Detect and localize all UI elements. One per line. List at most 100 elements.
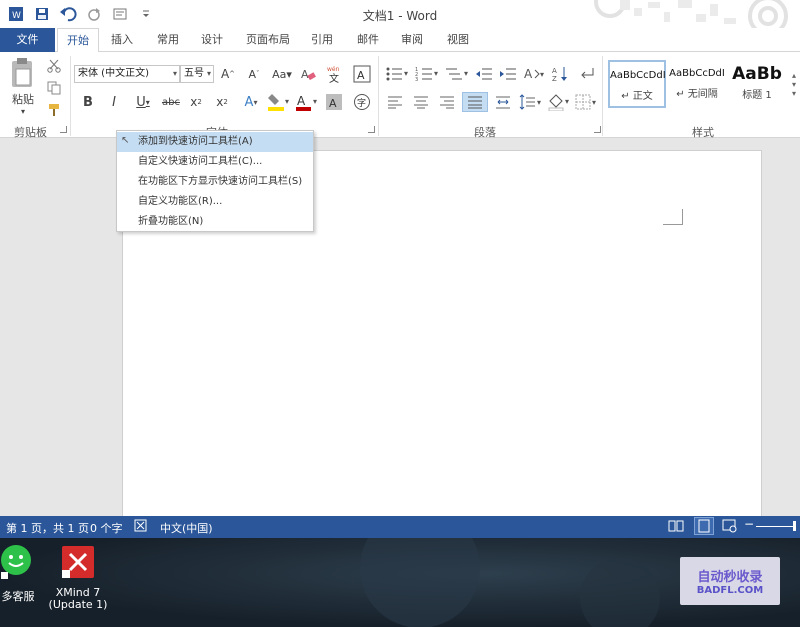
multilevel-list-icon[interactable]: ▾ [444, 64, 472, 84]
style-name: ↵ 无间隔 [676, 89, 718, 100]
xmind-app-icon [62, 546, 94, 578]
increase-indent-icon[interactable] [498, 64, 518, 84]
menu-item-customize-qat[interactable]: 自定义快速访问工具栏(C)... [117, 152, 313, 172]
paste-dropdown-icon[interactable]: ▾ [16, 106, 30, 116]
svg-text:Z: Z [552, 75, 557, 83]
context-menu: 添加到快速访问工具栏(A) 自定义快速访问工具栏(C)... 在功能区下方显示快… [116, 130, 314, 232]
styles-scroll[interactable]: ▴ ▾ ▾ [788, 60, 800, 108]
copy-icon[interactable] [46, 80, 62, 96]
proofing-icon[interactable] [134, 519, 148, 536]
page-count[interactable]: 第 1 页，共 1 页 [6, 520, 89, 536]
decrease-indent-icon[interactable] [474, 64, 494, 84]
svg-text:▾: ▾ [313, 97, 317, 106]
justify-icon[interactable] [462, 92, 488, 112]
style-name: 标题 1 [742, 90, 772, 101]
svg-text:▾: ▾ [540, 70, 544, 79]
menu-item-customize-ribbon[interactable]: 自定义功能区(R)... [117, 192, 313, 212]
clipboard-dialog-launcher[interactable] [60, 126, 67, 133]
svg-text:文: 文 [329, 72, 339, 84]
svg-text:A: A [301, 68, 309, 81]
svg-text:▾: ▾ [434, 69, 438, 78]
tab-home[interactable]: 开始 [57, 28, 99, 53]
strikethrough-icon[interactable]: abc [160, 92, 182, 112]
distributed-icon[interactable] [492, 92, 514, 112]
font-size-combo[interactable]: 五号 ▾ [180, 65, 214, 83]
zoom-slider-track[interactable] [756, 526, 794, 527]
desktop-icon-label: 多客服 [1, 590, 35, 603]
subscript-icon[interactable]: x2 [186, 92, 206, 112]
read-mode-icon[interactable] [668, 519, 684, 536]
chinese-layout-icon[interactable]: A ▾ [522, 64, 548, 84]
menu-item-add-to-qat[interactable]: 添加到快速访问工具栏(A) [117, 132, 313, 152]
character-shading-icon[interactable]: A [324, 92, 344, 112]
line-spacing-icon[interactable]: ▾ [518, 92, 544, 112]
font-name-combo[interactable]: 宋体 (中文正文) ▾ [74, 65, 180, 83]
svg-text:A: A [524, 67, 533, 81]
phonetic-guide-icon[interactable]: wén 文 [324, 64, 346, 84]
tab-file[interactable]: 文件 [0, 28, 55, 52]
style-normal[interactable]: AaBbCcDdI ↵ 正文 [608, 60, 666, 108]
grow-font-icon[interactable]: A ^ [218, 65, 238, 83]
show-marks-icon[interactable] [578, 64, 598, 84]
paragraph-dialog-launcher[interactable] [594, 126, 601, 133]
desktop: 多客服 XMind 7 (Update 1) 自动秒收录 BADFL.COM [0, 538, 800, 627]
web-layout-icon[interactable] [722, 519, 738, 536]
styles-gallery: AaBbCcDdI ↵ 正文 AaBbCcDdI ↵ 无间隔 AaBb 标题 1 [606, 60, 786, 108]
style-sample: AaBb [732, 64, 782, 84]
tab-view[interactable]: 视图 [440, 28, 476, 52]
word-count[interactable]: 0 个字 [90, 520, 123, 536]
tab-mailings[interactable]: 邮件 [350, 28, 386, 52]
tab-design[interactable]: 设计 [194, 28, 230, 52]
desktop-icon-xmind[interactable]: XMind 7 (Update 1) [46, 544, 110, 611]
zoom-out-icon[interactable]: − [744, 517, 754, 531]
character-border-icon[interactable]: A [352, 64, 372, 84]
superscript-icon[interactable]: x2 [212, 92, 232, 112]
paste-button[interactable]: 粘贴 [6, 92, 40, 106]
style-heading-1[interactable]: AaBb 标题 1 [728, 60, 786, 108]
numbering-icon[interactable]: 1 2 3 ▾ [414, 64, 442, 84]
svg-text:A: A [297, 94, 306, 108]
ribbon-tabs: 文件 开始 插入 常用 设计 页面布局 引用 邮件 审阅 视图 [0, 28, 800, 53]
clear-formatting-icon[interactable]: A [298, 65, 318, 83]
svg-text:字: 字 [357, 97, 366, 109]
change-case-icon[interactable]: Aa▾ [270, 65, 294, 83]
align-center-icon[interactable] [410, 92, 432, 112]
shrink-font-icon[interactable]: Aˇ [244, 65, 264, 83]
italic-icon[interactable]: I [104, 92, 124, 112]
sort-icon[interactable]: AZ [550, 64, 570, 84]
menu-item-collapse-ribbon[interactable]: 折叠功能区(N) [117, 212, 313, 232]
font-dialog-launcher[interactable] [368, 126, 375, 133]
ribbon: 粘贴 ▾ 剪贴板 宋体 (中文正文) ▾ 五号 ▾ A ^ Aˇ Aa▾ A wén 文… [0, 52, 800, 139]
paste-icon[interactable] [8, 56, 36, 92]
underline-icon[interactable]: U ▾ [130, 92, 156, 112]
font-color-icon[interactable]: A ▾ [294, 92, 320, 112]
borders-icon[interactable]: ▾ [574, 92, 600, 112]
style-no-spacing[interactable]: AaBbCcDdI ↵ 无间隔 [668, 60, 726, 108]
bold-icon[interactable]: B [78, 92, 98, 112]
svg-text:wén: wén [327, 66, 340, 73]
svg-text:▾: ▾ [464, 69, 468, 78]
mouse-cursor-icon: ↖ [121, 135, 130, 146]
zoom-slider-thumb[interactable] [793, 521, 796, 531]
shading-icon[interactable]: ▾ [546, 92, 572, 112]
align-left-icon[interactable] [384, 92, 406, 112]
align-right-icon[interactable] [436, 92, 458, 112]
format-painter-icon[interactable] [46, 102, 62, 118]
font-size-value: 五号 [184, 68, 204, 79]
language-indicator[interactable]: 中文(中国) [160, 520, 213, 536]
desktop-icon-kefu[interactable]: 多客服 [0, 544, 36, 603]
text-effects-icon[interactable]: A ▾ [238, 92, 264, 112]
tab-common[interactable]: 常用 [150, 28, 186, 52]
menu-item-show-qat-below[interactable]: 在功能区下方显示快速访问工具栏(S) [117, 172, 313, 192]
print-layout-icon[interactable] [694, 517, 714, 535]
tab-review[interactable]: 审阅 [394, 28, 430, 52]
highlight-color-icon[interactable]: ▾ [266, 92, 292, 112]
bullets-icon[interactable]: ▾ [384, 64, 412, 84]
desktop-icon-label-sub: (Update 1) [48, 598, 108, 611]
enclose-characters-icon[interactable]: 字 [352, 92, 372, 112]
group-divider [70, 56, 71, 136]
tab-references[interactable]: 引用 [304, 28, 340, 52]
tab-page-layout[interactable]: 页面布局 [242, 28, 294, 52]
cut-icon[interactable] [46, 58, 62, 74]
tab-insert[interactable]: 插入 [104, 28, 140, 52]
